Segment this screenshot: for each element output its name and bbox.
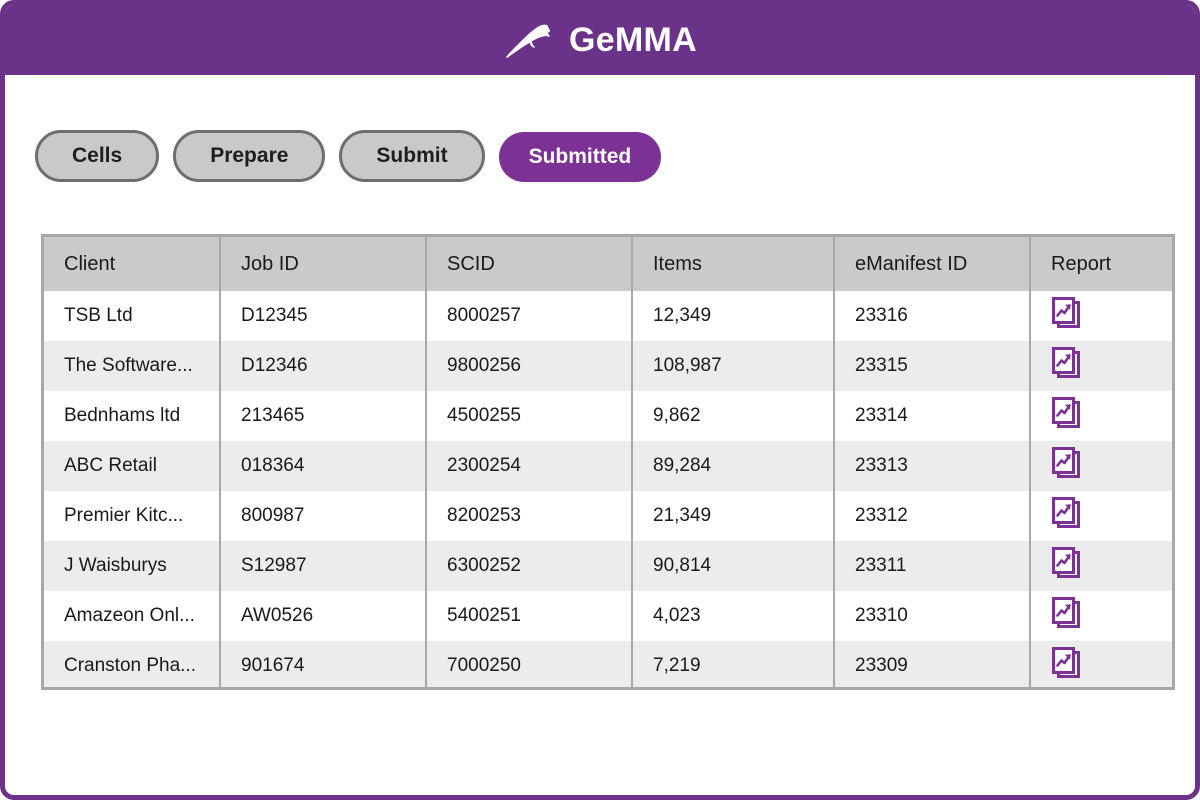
cell-items: 21,349	[632, 491, 835, 541]
table-row[interactable]: J Waisburys S12987 6300252 90,814 23311	[44, 541, 1172, 591]
cell-emanifest-id: 23312	[834, 491, 1031, 541]
cell-emanifest-id: 23316	[834, 291, 1031, 341]
app-window: GeMMA Cells Prepare Submit Submitted Cli…	[0, 0, 1200, 800]
cell-emanifest-id: 23309	[834, 641, 1031, 687]
cell-scid: 5400251	[426, 591, 633, 641]
cell-job-id: 800987	[220, 491, 427, 541]
report-document-chart-icon[interactable]	[1051, 297, 1081, 329]
table-row[interactable]: The Software... D12346 9800256 108,987 2…	[44, 341, 1172, 391]
cell-client: Amazeon Onl...	[44, 591, 221, 641]
report-document-chart-icon[interactable]	[1051, 547, 1081, 579]
table-row[interactable]: Premier Kitc... 800987 8200253 21,349 23…	[44, 491, 1172, 541]
cell-report	[1030, 441, 1172, 491]
table-row[interactable]: TSB Ltd D12345 8000257 12,349 23316	[44, 291, 1172, 341]
tab-submitted-label: Submitted	[528, 145, 632, 168]
cell-scid: 2300254	[426, 441, 633, 491]
cell-job-id: D12345	[220, 291, 427, 341]
cell-items: 89,284	[632, 441, 835, 491]
submitted-jobs-table: Client Job ID SCID Items eManifest ID Re…	[44, 237, 1172, 687]
cell-client: ABC Retail	[44, 441, 221, 491]
column-header-scid[interactable]: SCID	[426, 237, 633, 291]
column-header-items[interactable]: Items	[632, 237, 835, 291]
report-document-chart-icon[interactable]	[1051, 497, 1081, 529]
cell-job-id: 901674	[220, 641, 427, 687]
table-row[interactable]: Bednhams ltd 213465 4500255 9,862 23314	[44, 391, 1172, 441]
report-document-chart-icon[interactable]	[1051, 597, 1081, 629]
table-header: Client Job ID SCID Items eManifest ID Re…	[44, 237, 1172, 291]
cell-job-id: 213465	[220, 391, 427, 441]
cell-scid: 4500255	[426, 391, 633, 441]
report-document-chart-icon[interactable]	[1051, 647, 1081, 679]
cell-scid: 8000257	[426, 291, 633, 341]
cell-report	[1030, 491, 1172, 541]
cell-report	[1030, 541, 1172, 591]
report-document-chart-icon[interactable]	[1051, 447, 1081, 479]
cell-scid: 6300252	[426, 541, 633, 591]
cell-client: J Waisburys	[44, 541, 221, 591]
column-header-emanifest-id[interactable]: eManifest ID	[834, 237, 1031, 291]
app-title-bar: GeMMA	[5, 5, 1195, 75]
cell-client: Cranston Pha...	[44, 641, 221, 687]
tab-cells-label: Cells	[72, 144, 123, 167]
cell-emanifest-id: 23315	[834, 341, 1031, 391]
cell-job-id: AW0526	[220, 591, 427, 641]
column-header-client[interactable]: Client	[44, 237, 221, 291]
table-header-row: Client Job ID SCID Items eManifest ID Re…	[44, 237, 1172, 291]
bird-logo-icon	[506, 24, 551, 58]
column-header-report[interactable]: Report	[1030, 237, 1172, 291]
tab-cells[interactable]: Cells	[35, 130, 160, 182]
cell-items: 9,862	[632, 391, 835, 441]
cell-items: 12,349	[632, 291, 835, 341]
cell-items: 4,023	[632, 591, 835, 641]
table-body: TSB Ltd D12345 8000257 12,349 23316 The …	[44, 291, 1172, 687]
cell-emanifest-id: 23310	[834, 591, 1031, 641]
cell-client: Premier Kitc...	[44, 491, 221, 541]
table-row[interactable]: Amazeon Onl... AW0526 5400251 4,023 2331…	[44, 591, 1172, 641]
cell-report	[1030, 641, 1172, 687]
tab-prepare[interactable]: Prepare	[173, 130, 326, 182]
cell-client: The Software...	[44, 341, 221, 391]
submitted-jobs-table-container: Client Job ID SCID Items eManifest ID Re…	[41, 234, 1175, 690]
cell-job-id: 018364	[220, 441, 427, 491]
column-header-job-id[interactable]: Job ID	[220, 237, 427, 291]
cell-scid: 8200253	[426, 491, 633, 541]
report-document-chart-icon[interactable]	[1051, 397, 1081, 429]
cell-items: 90,814	[632, 541, 835, 591]
tab-submit-label: Submit	[376, 144, 448, 167]
report-document-chart-icon[interactable]	[1051, 347, 1081, 379]
cell-job-id: D12346	[220, 341, 427, 391]
tab-submit[interactable]: Submit	[339, 130, 485, 182]
cell-emanifest-id: 23311	[834, 541, 1031, 591]
cell-emanifest-id: 23313	[834, 441, 1031, 491]
table-row[interactable]: Cranston Pha... 901674 7000250 7,219 233…	[44, 641, 1172, 687]
app-title: GeMMA	[568, 20, 698, 59]
cell-job-id: S12987	[220, 541, 427, 591]
tab-submitted[interactable]: Submitted	[498, 132, 662, 182]
cell-report	[1030, 341, 1172, 391]
cell-report	[1030, 391, 1172, 441]
cell-items: 108,987	[632, 341, 835, 391]
table-row[interactable]: ABC Retail 018364 2300254 89,284 23313	[44, 441, 1172, 491]
cell-scid: 7000250	[426, 641, 633, 687]
cell-report	[1030, 291, 1172, 341]
tab-strip: Cells Prepare Submit Submitted	[35, 130, 662, 182]
cell-client: TSB Ltd	[44, 291, 221, 341]
tab-prepare-label: Prepare	[210, 144, 289, 167]
cell-report	[1030, 591, 1172, 641]
cell-client: Bednhams ltd	[44, 391, 221, 441]
cell-scid: 9800256	[426, 341, 633, 391]
cell-items: 7,219	[632, 641, 835, 687]
cell-emanifest-id: 23314	[834, 391, 1031, 441]
